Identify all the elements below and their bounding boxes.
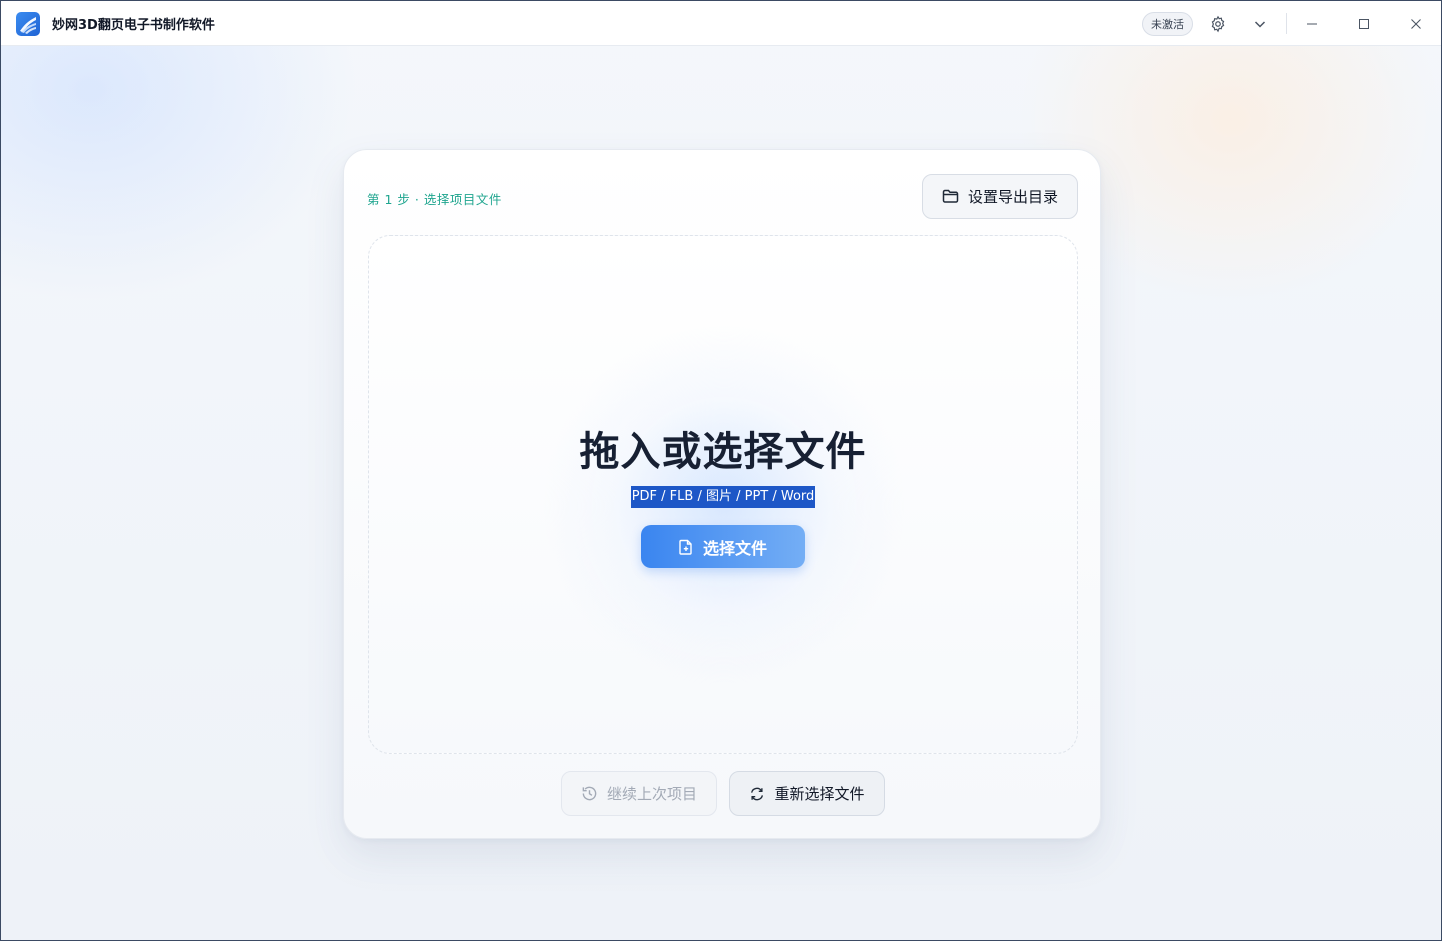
folder-icon xyxy=(942,189,959,204)
resume-last-project-label: 继续上次项目 xyxy=(606,785,697,803)
reselect-file-label: 重新选择文件 xyxy=(774,785,865,803)
step-label: 第 1 步 · 选择项目文件 xyxy=(367,192,502,207)
dropzone-title: 拖入或选择文件 xyxy=(579,429,867,475)
file-dropzone[interactable]: 拖入或选择文件 PDF / FLB / 图片 / PPT / Word 选择文件 xyxy=(368,235,1078,754)
titlebar-divider xyxy=(1286,13,1287,34)
select-file-label: 选择文件 xyxy=(702,538,767,558)
close-button[interactable] xyxy=(1403,11,1429,37)
history-icon xyxy=(581,785,598,802)
file-add-icon xyxy=(679,539,693,555)
dropdown-menu-button[interactable] xyxy=(1247,11,1273,37)
activation-badge[interactable]: 未激活 xyxy=(1142,12,1193,36)
title-bar: 妙网3D翻页电子书制作软件 未激活 xyxy=(1,1,1441,46)
maximize-button[interactable] xyxy=(1351,11,1377,37)
supported-formats: PDF / FLB / 图片 / PPT / Word xyxy=(630,486,816,508)
chevron-down-icon xyxy=(1253,17,1267,31)
maximize-icon xyxy=(1358,18,1370,30)
resume-last-project-button[interactable]: 继续上次项目 xyxy=(561,771,717,816)
settings-icon xyxy=(1209,15,1227,33)
formats-row: PDF / FLB / 图片 / PPT / Word xyxy=(369,485,1077,508)
app-logo-icon xyxy=(16,12,40,36)
set-export-dir-label: 设置导出目录 xyxy=(967,188,1058,206)
app-title: 妙网3D翻页电子书制作软件 xyxy=(52,18,215,33)
set-export-dir-button[interactable]: 设置导出目录 xyxy=(922,174,1078,219)
reselect-file-button[interactable]: 重新选择文件 xyxy=(729,771,885,816)
minimize-icon xyxy=(1306,18,1318,30)
refresh-icon xyxy=(749,786,765,802)
select-file-button[interactable]: 选择文件 xyxy=(641,525,805,568)
file-select-card: 第 1 步 · 选择项目文件 设置导出目录 拖入或选择文件 PDF / FLB … xyxy=(343,149,1101,839)
settings-button[interactable] xyxy=(1205,11,1231,37)
close-icon xyxy=(1410,18,1422,30)
minimize-button[interactable] xyxy=(1299,11,1325,37)
